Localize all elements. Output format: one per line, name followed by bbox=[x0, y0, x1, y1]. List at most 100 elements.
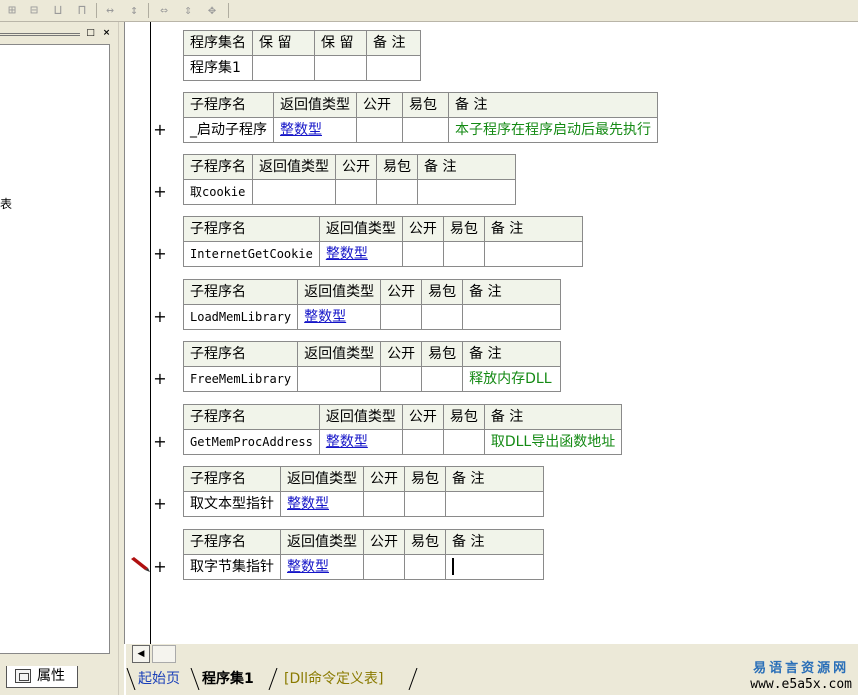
return-type[interactable]: 整数型 bbox=[280, 554, 364, 580]
return-type[interactable]: 整数型 bbox=[318, 429, 403, 455]
split-icon[interactable]: ⊓ bbox=[72, 2, 92, 19]
note-cell[interactable] bbox=[462, 304, 562, 330]
insert-column-icon[interactable]: ⊟ bbox=[24, 2, 44, 19]
header-cell: 公开 bbox=[380, 341, 423, 367]
gutter-line bbox=[150, 22, 151, 644]
header-cell: 返回值类型 bbox=[318, 216, 403, 242]
note-cell[interactable] bbox=[417, 179, 516, 205]
table-cell[interactable] bbox=[314, 55, 367, 81]
fit-width-icon[interactable]: ⇔ bbox=[154, 2, 174, 19]
public-cell[interactable] bbox=[363, 491, 405, 517]
public-cell[interactable] bbox=[401, 429, 444, 455]
tab-dll-commands[interactable]: [Dll命令定义表] bbox=[284, 668, 383, 690]
scroll-thumb[interactable] bbox=[152, 645, 176, 663]
header-cell: 易包 bbox=[442, 216, 485, 242]
header-cell: 易包 bbox=[402, 92, 449, 118]
easy-pack-cell[interactable] bbox=[376, 179, 418, 205]
subroutine-name[interactable]: InternetGetCookie bbox=[183, 241, 320, 267]
table-cell[interactable] bbox=[366, 55, 421, 81]
note-cell[interactable] bbox=[483, 241, 583, 267]
header-cell: 备 注 bbox=[366, 30, 421, 56]
subroutine-name[interactable]: LoadMemLibrary bbox=[182, 304, 299, 330]
subroutine-table: 子程序名 返回值类型 公开 易包 备 注 InternetGetCookie 整… bbox=[183, 216, 583, 267]
watermark: 易语言资源网 www.e5a5x.com bbox=[750, 661, 852, 693]
code-editor[interactable]: 程序集名 保 留 保 留 备 注 程序集1 子程序名 返回值类型 公开 易包 备… bbox=[124, 22, 858, 644]
header-cell: 公开 bbox=[401, 404, 444, 430]
tab-start-page[interactable]: 起始页 bbox=[138, 668, 180, 690]
scroll-left-arrow[interactable]: ◀ bbox=[132, 645, 150, 663]
panel-titlebar[interactable]: □ × bbox=[0, 26, 118, 42]
public-cell[interactable] bbox=[380, 366, 423, 392]
text-caret bbox=[452, 558, 454, 575]
note-cell[interactable] bbox=[445, 491, 544, 517]
subroutine-name[interactable]: 取cookie bbox=[183, 179, 253, 205]
align-width-icon[interactable]: ↔ bbox=[100, 2, 120, 19]
header-cell: 返回值类型 bbox=[318, 404, 403, 430]
return-type[interactable]: 整数型 bbox=[280, 491, 364, 517]
subroutine-name[interactable]: GetMemProcAddress bbox=[183, 429, 320, 455]
return-type[interactable]: 整数型 bbox=[297, 304, 382, 330]
public-cell[interactable] bbox=[363, 554, 405, 580]
return-type[interactable]: 整数型 bbox=[318, 241, 403, 267]
insert-row-icon[interactable]: ⊞ bbox=[2, 2, 22, 19]
note-cell[interactable]: 释放内存DLL bbox=[462, 366, 562, 392]
assembly-name[interactable]: 程序集1 bbox=[183, 55, 253, 81]
note-cell[interactable]: 取DLL导出函数地址 bbox=[483, 429, 623, 455]
subroutine-table: 子程序名 返回值类型 公开 易包 备 注 FreeMemLibrary 释放内存… bbox=[182, 341, 562, 392]
horizontal-scrollbar[interactable]: ◀ bbox=[126, 644, 858, 664]
note-cell-editing[interactable] bbox=[445, 554, 544, 580]
subroutine-name[interactable]: 取字节集指针 bbox=[183, 554, 281, 580]
restore-button[interactable]: □ bbox=[84, 28, 97, 40]
expand-toggle[interactable]: + bbox=[153, 369, 167, 388]
public-cell[interactable] bbox=[401, 241, 444, 267]
close-button[interactable]: × bbox=[100, 28, 113, 40]
merge-icon[interactable]: ⊔ bbox=[48, 2, 68, 19]
table-cell[interactable] bbox=[252, 55, 315, 81]
subroutine-name[interactable]: _启动子程序 bbox=[183, 117, 274, 143]
header-cell: 易包 bbox=[404, 466, 446, 492]
header-cell: 返回值类型 bbox=[280, 529, 364, 555]
return-type[interactable] bbox=[297, 366, 382, 392]
easy-pack-cell[interactable] bbox=[404, 554, 446, 580]
public-cell[interactable] bbox=[356, 117, 403, 143]
panel-content[interactable]: 表 bbox=[0, 44, 110, 654]
header-cell: 易包 bbox=[421, 279, 464, 305]
header-cell: 子程序名 bbox=[183, 466, 281, 492]
public-cell[interactable] bbox=[335, 179, 377, 205]
tab-edge bbox=[190, 668, 200, 690]
subroutine-name[interactable]: 取文本型指针 bbox=[183, 491, 281, 517]
note-cell[interactable]: 本子程序在程序启动后最先执行 bbox=[448, 117, 658, 143]
align-height-icon[interactable]: ↕ bbox=[124, 2, 144, 19]
easy-pack-cell[interactable] bbox=[421, 366, 464, 392]
expand-toggle[interactable]: + bbox=[153, 244, 167, 263]
tab-properties[interactable]: 属性 bbox=[6, 666, 78, 688]
subroutine-name[interactable]: FreeMemLibrary bbox=[182, 366, 299, 392]
header-cell: 备 注 bbox=[462, 341, 562, 367]
expand-toggle[interactable]: + bbox=[153, 557, 167, 576]
fit-height-icon[interactable]: ⇕ bbox=[178, 2, 198, 19]
header-cell: 子程序名 bbox=[182, 341, 299, 367]
public-cell[interactable] bbox=[380, 304, 423, 330]
header-cell: 易包 bbox=[376, 154, 418, 180]
easy-pack-cell[interactable] bbox=[421, 304, 464, 330]
expand-toggle[interactable]: + bbox=[153, 307, 167, 326]
easy-pack-cell[interactable] bbox=[402, 117, 449, 143]
header-cell: 公开 bbox=[335, 154, 377, 180]
return-type[interactable]: 整数型 bbox=[273, 117, 357, 143]
tab-edge bbox=[126, 668, 136, 690]
expand-toggle[interactable]: + bbox=[153, 120, 167, 139]
fit-both-icon[interactable]: ✥ bbox=[202, 2, 222, 19]
easy-pack-cell[interactable] bbox=[442, 241, 485, 267]
easy-pack-cell[interactable] bbox=[442, 429, 485, 455]
header-cell: 保 留 bbox=[314, 30, 367, 56]
header-cell: 公开 bbox=[401, 216, 444, 242]
easy-pack-cell[interactable] bbox=[404, 491, 446, 517]
header-cell: 备 注 bbox=[448, 92, 658, 118]
return-type[interactable] bbox=[252, 179, 336, 205]
header-cell: 备 注 bbox=[483, 404, 623, 430]
tab-assembly1[interactable]: 程序集1 bbox=[202, 668, 254, 690]
expand-toggle[interactable]: + bbox=[153, 432, 167, 451]
expand-toggle[interactable]: + bbox=[153, 494, 167, 513]
header-cell: 子程序名 bbox=[183, 92, 274, 118]
expand-toggle[interactable]: + bbox=[153, 182, 167, 201]
